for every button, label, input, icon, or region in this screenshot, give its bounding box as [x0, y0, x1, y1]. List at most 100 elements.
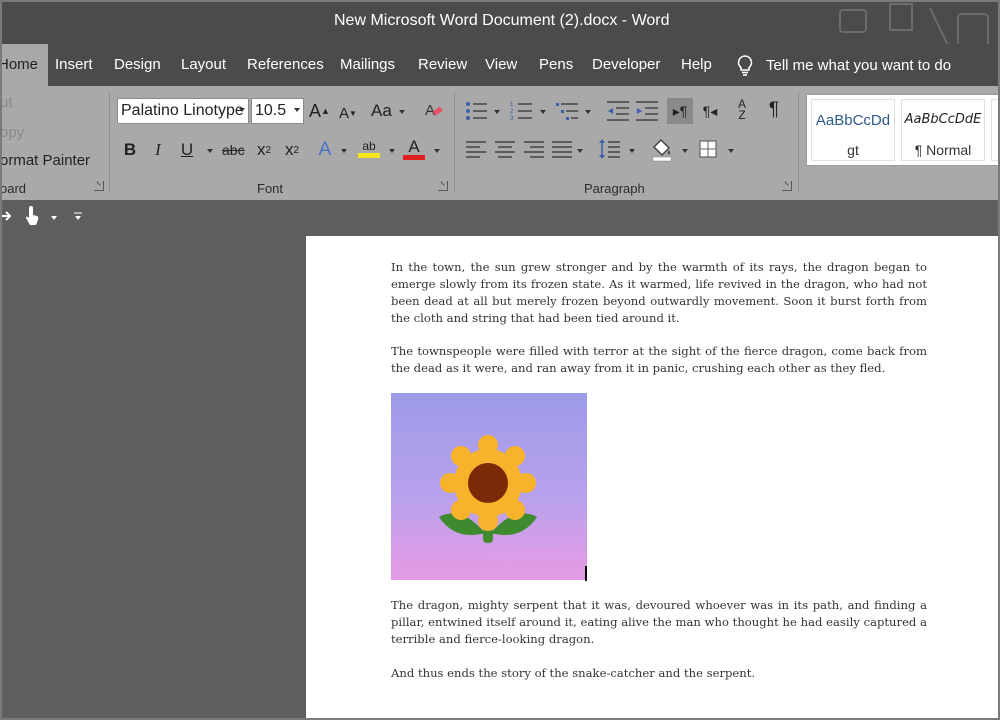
chevron-down-icon[interactable]: [494, 110, 500, 114]
chevron-down-icon[interactable]: [341, 149, 347, 153]
shrink-font-button[interactable]: A ▼: [338, 101, 358, 125]
sunflower-picture[interactable]: [391, 393, 587, 580]
chevron-down-icon[interactable]: [389, 149, 395, 153]
customize-qat-icon[interactable]: [74, 211, 82, 221]
font-size-value: 10.5: [255, 102, 287, 119]
show-formatting-button[interactable]: ¶: [764, 98, 784, 122]
change-case-button[interactable]: Aa: [371, 99, 392, 123]
line-spacing-icon[interactable]: [598, 138, 620, 160]
strikethrough-button[interactable]: abc: [222, 138, 245, 162]
font-launcher-icon[interactable]: [438, 181, 448, 191]
chevron-down-icon[interactable]: [728, 149, 734, 153]
style-next-partial[interactable]: [991, 99, 1000, 161]
font-size-box[interactable]: 10.5: [251, 98, 304, 124]
chevron-down-icon[interactable]: [399, 110, 405, 114]
paragraph-4[interactable]: And thus ends the story of the snake-cat…: [391, 665, 927, 682]
redo-icon[interactable]: [0, 209, 12, 223]
chevron-down-icon[interactable]: [629, 149, 635, 153]
text-cursor: [585, 566, 587, 581]
grow-font-button[interactable]: A ▲: [309, 99, 330, 123]
group-divider: [109, 92, 110, 192]
group-divider: [798, 92, 799, 192]
paragraph-2[interactable]: The townspeople were filled with terror …: [391, 343, 927, 377]
chevron-down-icon[interactable]: [51, 216, 57, 220]
style-normal[interactable]: AaBbCcDdE ¶ Normal: [901, 99, 985, 161]
tab-help[interactable]: Help: [671, 44, 722, 86]
rtl-direction-icon: ¶◂: [702, 102, 718, 119]
style-sample: AaBbCcDdE: [904, 112, 982, 127]
numbering-icon[interactable]: 123: [510, 100, 534, 122]
clipboard-launcher-icon[interactable]: [94, 181, 104, 191]
tab-mailings[interactable]: Mailings: [330, 44, 405, 86]
chevron-down-icon: [239, 108, 245, 112]
underline-button[interactable]: U: [177, 138, 197, 162]
tab-pens[interactable]: Pens: [529, 44, 583, 86]
svg-text:A: A: [425, 102, 435, 119]
chevron-down-icon[interactable]: [540, 110, 546, 114]
title-bar: New Microsoft Word Document (2).docx - W…: [0, 0, 1000, 61]
italic-button[interactable]: I: [148, 138, 168, 162]
multilevel-list-icon[interactable]: [556, 100, 580, 122]
font-name-box[interactable]: Palatino Linotype: [117, 98, 249, 124]
cut-button[interactable]: ut: [0, 94, 13, 111]
style-gt[interactable]: AaBbCcDd gt: [811, 99, 895, 161]
font-name-value: Palatino Linotype: [121, 102, 244, 119]
align-center-icon[interactable]: [495, 140, 515, 158]
increase-indent-icon[interactable]: [636, 100, 658, 122]
tab-developer[interactable]: Developer: [582, 44, 670, 86]
svg-text:3: 3: [510, 116, 514, 122]
style-name: ¶ Normal: [914, 142, 972, 158]
text-effects-button[interactable]: A: [315, 138, 335, 162]
tab-references[interactable]: References: [237, 44, 334, 86]
tab-home[interactable]: Home: [0, 44, 49, 86]
superscript-num: 2: [293, 144, 300, 156]
ribbon-tabs: Home Insert Design Layout References Mai…: [0, 44, 1000, 86]
ltr-direction-button[interactable]: ▸¶: [667, 98, 693, 124]
underline-icon: U: [180, 140, 194, 159]
paragraph-1[interactable]: In the town, the sun grew stronger and b…: [391, 259, 927, 327]
lightbulb-icon: [737, 55, 753, 76]
text-effects-icon: A: [318, 139, 332, 160]
highlight-button[interactable]: ab: [358, 136, 380, 160]
style-sample: AaBbCcDd: [815, 112, 891, 129]
chevron-down-icon[interactable]: [585, 110, 591, 114]
touch-mode-icon[interactable]: [24, 206, 40, 226]
align-left-icon[interactable]: [466, 140, 486, 158]
group-divider: [454, 92, 455, 192]
format-painter-button[interactable]: ormat Painter: [0, 152, 90, 169]
svg-text:2: 2: [510, 109, 514, 115]
tab-insert[interactable]: Insert: [45, 44, 103, 86]
paragraph-launcher-icon[interactable]: [782, 181, 792, 191]
decrease-indent-icon[interactable]: [607, 100, 629, 122]
tab-view[interactable]: View: [475, 44, 527, 86]
tab-review[interactable]: Review: [408, 44, 477, 86]
tab-layout[interactable]: Layout: [171, 44, 236, 86]
font-group-label: Font: [257, 181, 284, 196]
bullets-icon[interactable]: [465, 100, 489, 122]
font-color-icon: A: [408, 136, 420, 156]
chevron-down-icon[interactable]: [207, 149, 213, 153]
chevron-down-icon[interactable]: [434, 149, 440, 153]
rtl-direction-button[interactable]: ¶◂: [698, 98, 722, 124]
shading-icon[interactable]: [651, 138, 673, 162]
borders-icon[interactable]: [699, 140, 717, 158]
chevron-down-icon[interactable]: [682, 149, 688, 153]
chevron-down-icon[interactable]: [577, 149, 583, 153]
highlight-color-swatch: [358, 152, 380, 158]
tab-design[interactable]: Design: [104, 44, 171, 86]
paragraph-group-label: Paragraph: [584, 181, 645, 196]
superscript-button[interactable]: x2: [282, 138, 302, 162]
clear-formatting-icon[interactable]: A: [424, 100, 444, 120]
sort-button[interactable]: A Z: [732, 98, 752, 122]
copy-button[interactable]: opy: [0, 124, 24, 141]
bold-button[interactable]: B: [120, 138, 140, 162]
subscript-button[interactable]: x2: [254, 138, 274, 162]
ltr-direction-icon: ▸¶: [672, 102, 688, 119]
align-right-icon[interactable]: [524, 140, 544, 158]
style-name: gt: [847, 142, 859, 158]
paragraph-3[interactable]: The dragon, mighty serpent that it was, …: [391, 597, 927, 648]
svg-text:1: 1: [510, 102, 514, 108]
font-color-button[interactable]: A: [403, 136, 425, 160]
justify-icon[interactable]: [552, 140, 572, 158]
tell-me-search[interactable]: Tell me what you want to do: [736, 44, 951, 86]
